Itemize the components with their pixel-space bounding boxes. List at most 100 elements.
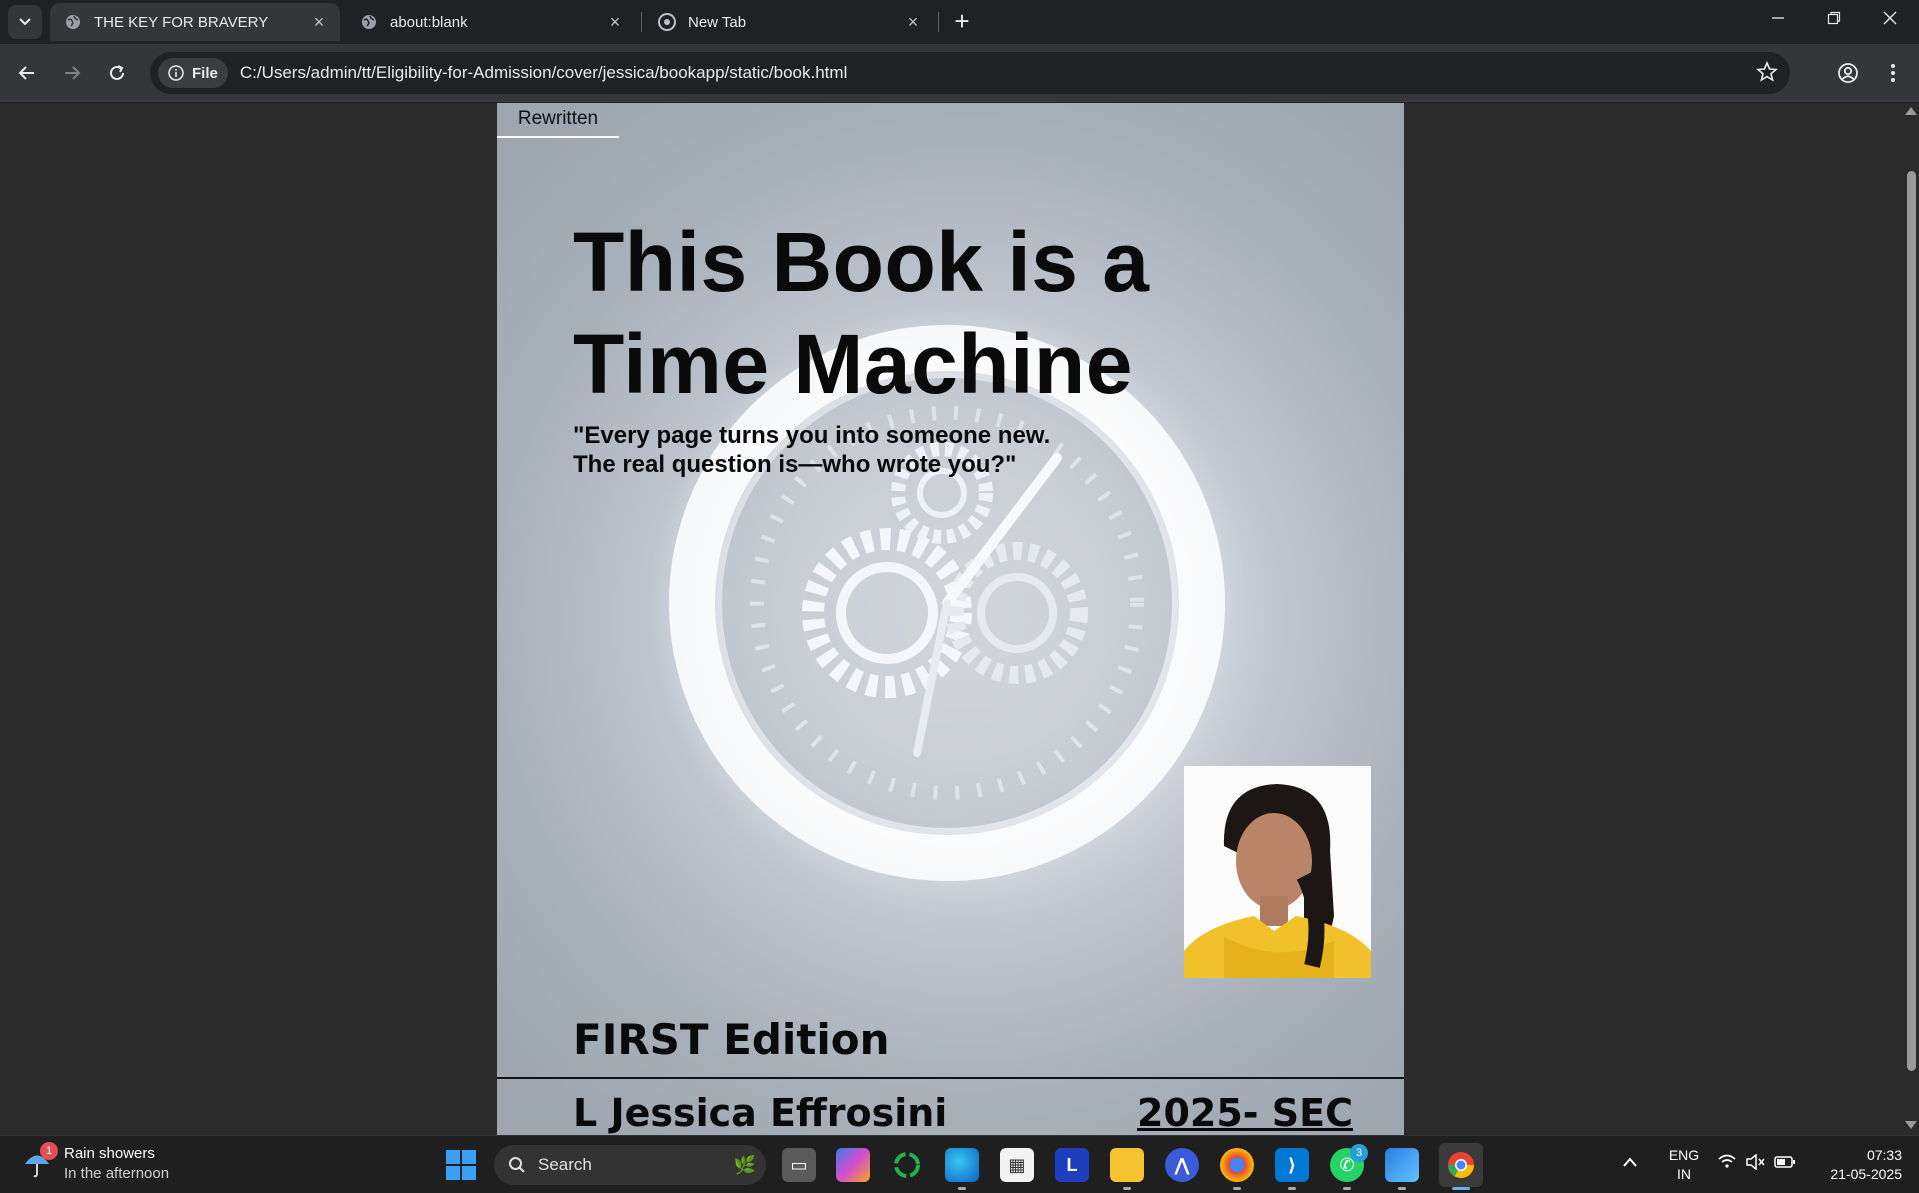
vscode-running-indicator (1288, 1187, 1296, 1190)
tab-title: about:blank (390, 13, 468, 31)
year-label: 2025- SEC (1137, 1091, 1353, 1135)
restore-button[interactable] (1806, 0, 1862, 36)
photos-running-indicator (1398, 1187, 1406, 1190)
file-explorer-icon[interactable] (1110, 1148, 1144, 1182)
headline-line-2: Time Machine (573, 317, 1133, 411)
bookmark-star-icon[interactable] (1756, 61, 1778, 83)
chevron-down-icon (19, 18, 31, 26)
clock-time: 07:33 (1866, 1147, 1902, 1163)
close-icon (1883, 11, 1897, 25)
windows-logo-icon (446, 1150, 460, 1164)
new-tab-button[interactable]: + (948, 8, 976, 36)
globe-icon (64, 13, 82, 31)
refresh-circle-app-icon[interactable] (890, 1148, 924, 1182)
profile-button[interactable] (1831, 56, 1865, 90)
more-vertical-icon (1891, 64, 1895, 82)
whatsapp-running-indicator (1343, 1187, 1351, 1190)
weather-title: Rain showers (64, 1145, 155, 1162)
search-icon (509, 1157, 525, 1173)
restore-icon (1827, 11, 1841, 25)
tab-title: THE KEY FOR BRAVERY (94, 13, 269, 31)
reload-button[interactable] (100, 56, 134, 90)
search-placeholder: Search (538, 1155, 592, 1174)
vertical-scrollbar[interactable] (1903, 103, 1919, 1135)
info-icon (168, 65, 184, 81)
store-icon[interactable]: ▦ (1000, 1148, 1034, 1182)
chrome-active-icon[interactable] (1439, 1143, 1483, 1187)
chevron-up-icon (1623, 1157, 1637, 1167)
globe-icon (360, 13, 378, 31)
language-indicator[interactable]: ENG IN (1664, 1146, 1704, 1184)
clock-date: 21-05-2025 (1830, 1166, 1902, 1182)
tab-the-key-for-bravery[interactable]: THE KEY FOR BRAVERY × (50, 3, 340, 41)
weather-badge: 1 (40, 1142, 58, 1160)
wifi-icon[interactable] (1718, 1154, 1736, 1173)
windows-taskbar: 1 Rain showers In the afternoon Search 🌿… (0, 1135, 1919, 1193)
start-button[interactable] (446, 1150, 476, 1180)
minimize-icon (1772, 17, 1784, 19)
close-icon[interactable]: × (606, 12, 624, 32)
nav-tab-rewritten[interactable]: Rewritten (497, 103, 619, 138)
vpn-app-icon[interactable]: ⋀ (1165, 1148, 1199, 1182)
site-chip-label: File (192, 64, 218, 82)
chrome-profile-icon[interactable] (1220, 1148, 1254, 1182)
book-cover: Rewritten This Book is a Time Machine "E… (497, 103, 1404, 1135)
tab-new-tab[interactable]: New Tab × (644, 3, 934, 41)
author-photo (1184, 766, 1371, 978)
quote-line-2: The real question is—who wrote you?" (573, 451, 1017, 478)
vscode-icon[interactable]: ⟩ (1275, 1148, 1309, 1182)
minimize-button[interactable] (1750, 0, 1806, 36)
l-app-icon[interactable]: L (1055, 1148, 1089, 1182)
menu-button[interactable] (1876, 56, 1910, 90)
chrome-active-indicator (1452, 1187, 1470, 1190)
arrow-right-icon (65, 66, 81, 80)
copilot-icon[interactable] (836, 1148, 870, 1182)
weather-subtitle: In the afternoon (64, 1165, 170, 1182)
tab-separator (938, 12, 939, 32)
scroll-up-arrow-icon[interactable] (1905, 107, 1917, 115)
edge-running-indicator (958, 1187, 966, 1190)
site-info-chip[interactable]: File (158, 58, 228, 88)
book-headline: This Book is a Time Machine (573, 211, 1149, 415)
author-name: L Jessica Effrosini (573, 1091, 948, 1135)
tab-about-blank[interactable]: about:blank × (346, 3, 636, 41)
close-window-button[interactable] (1862, 0, 1918, 36)
page-viewport: Rewritten This Book is a Time Machine "E… (0, 103, 1919, 1135)
scroll-thumb[interactable] (1907, 171, 1916, 1071)
arrow-left-icon (18, 66, 34, 80)
divider (497, 1077, 1404, 1079)
scroll-down-arrow-icon[interactable] (1905, 1121, 1917, 1129)
task-view-icon[interactable]: ▭ (782, 1148, 816, 1182)
chrome-profile-running-indicator (1233, 1187, 1241, 1190)
weather-widget[interactable]: 1 Rain showers In the afternoon (22, 1142, 170, 1184)
clock[interactable]: 07:33 21-05-2025 (1812, 1146, 1902, 1184)
edition-label: FIRST Edition (573, 1015, 890, 1064)
back-button[interactable] (10, 56, 44, 90)
taskbar-search[interactable]: Search 🌿 (494, 1145, 766, 1185)
quote-line-1: "Every page turns you into someone new. (573, 422, 1051, 449)
battery-icon[interactable] (1774, 1155, 1796, 1174)
browser-toolbar: File C:/Users/admin/tt/Eligibility-for-A… (0, 44, 1919, 102)
url-text[interactable]: C:/Users/admin/tt/Eligibility-for-Admiss… (240, 63, 848, 83)
tab-separator (641, 12, 642, 32)
language-line-1: ENG (1668, 1147, 1700, 1163)
edge-icon[interactable] (945, 1148, 979, 1182)
explorer-running-indicator (1123, 1187, 1131, 1190)
tab-search-button[interactable] (8, 5, 42, 39)
book-quote: "Every page turns you into someone new. … (573, 421, 1050, 479)
chrome-icon (658, 13, 676, 31)
headline-line-1: This Book is a (573, 215, 1150, 309)
volume-muted-icon[interactable] (1745, 1153, 1765, 1175)
search-highlight-icon: 🌿 (733, 1154, 756, 1175)
profile-icon (1838, 63, 1858, 83)
reload-icon (110, 65, 124, 80)
show-hidden-icons-button[interactable] (1622, 1154, 1638, 1173)
address-bar[interactable]: File C:/Users/admin/tt/Eligibility-for-A… (150, 52, 1790, 94)
language-line-2: IN (1677, 1166, 1691, 1182)
photos-icon[interactable] (1385, 1148, 1419, 1182)
tab-title: New Tab (688, 13, 747, 31)
close-icon[interactable]: × (310, 12, 328, 32)
forward-button[interactable] (55, 56, 89, 90)
close-icon[interactable]: × (904, 12, 922, 32)
whatsapp-badge: 3 (1350, 1144, 1368, 1162)
